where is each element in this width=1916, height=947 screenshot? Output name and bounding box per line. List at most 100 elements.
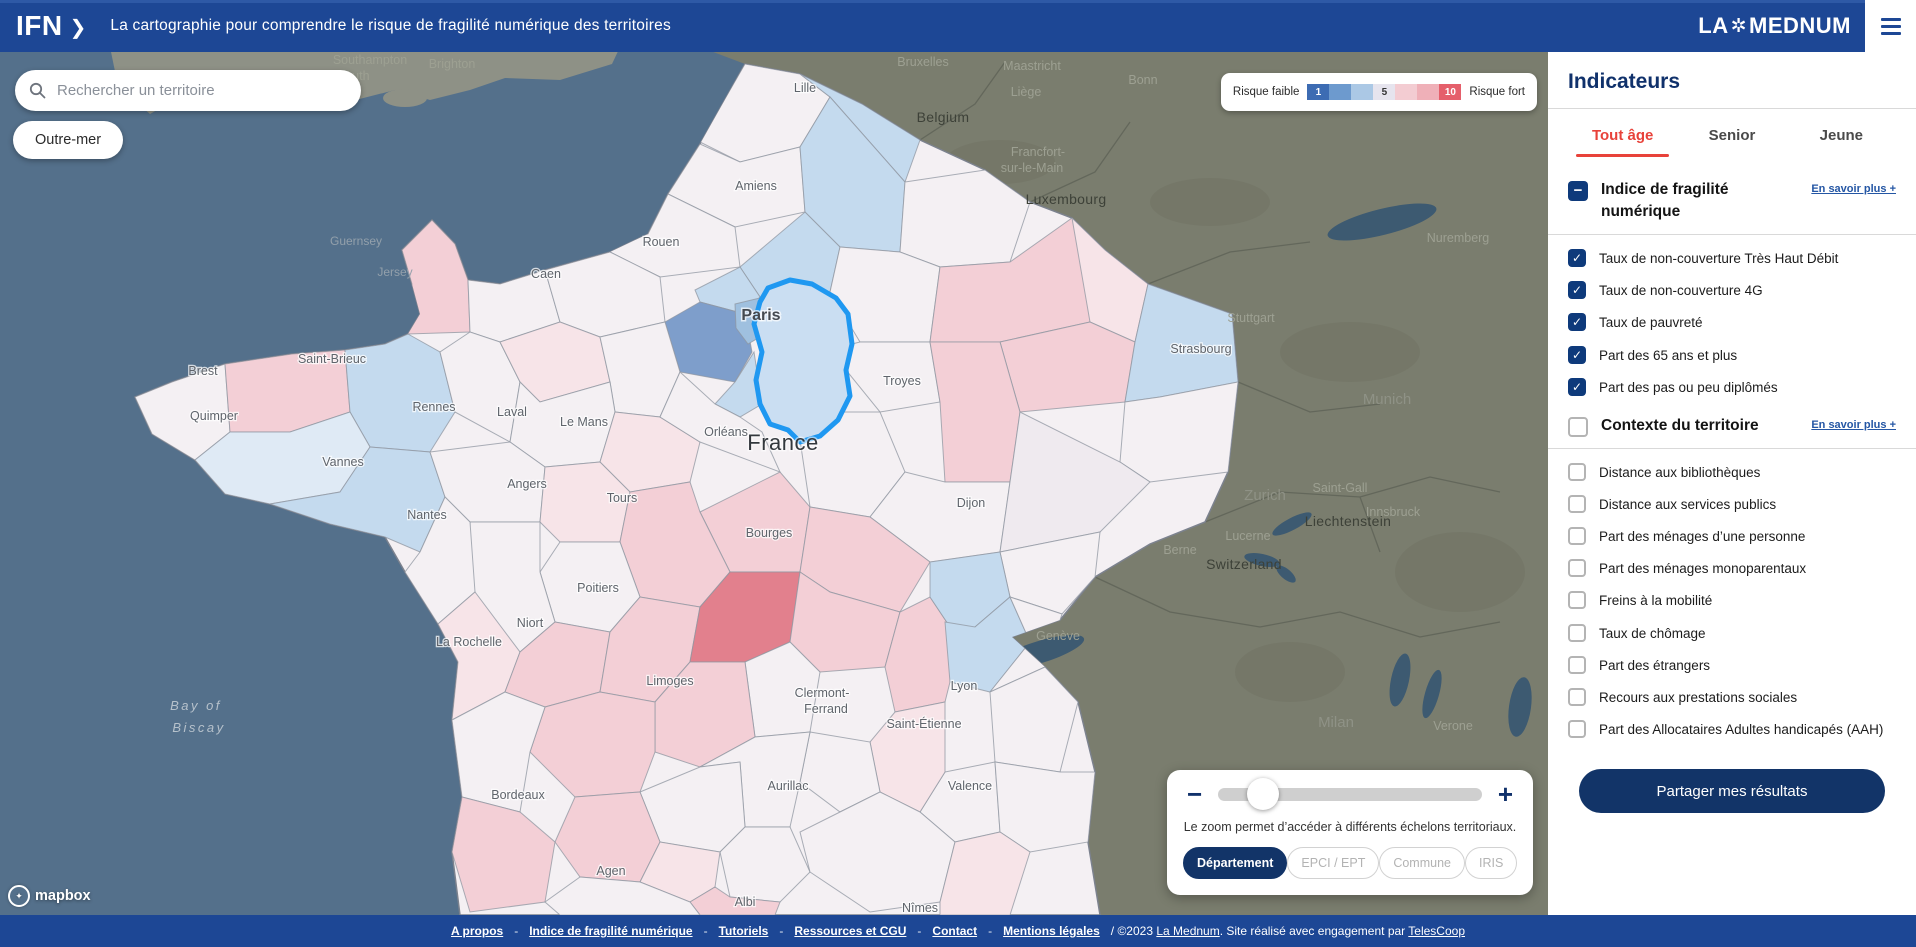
chevron-right-icon: ❯ bbox=[70, 15, 87, 40]
section-context-header: Contexte du territoire En savoir plus + bbox=[1568, 415, 1896, 437]
divider bbox=[1548, 234, 1916, 235]
header-tagline: La cartographie pour comprendre le risqu… bbox=[110, 17, 671, 35]
indicator-row[interactable]: Part des pas ou peu diplômés bbox=[1568, 378, 1896, 397]
legend-swatch-6 bbox=[1417, 84, 1439, 100]
risk-legend: Risque faible 1 5 10 Risque fort bbox=[1221, 73, 1537, 111]
legend-swatch-4: 5 bbox=[1373, 84, 1395, 100]
checkbox-unchecked-icon[interactable] bbox=[1568, 656, 1586, 674]
footer-link-mentions[interactable]: Mentions légales bbox=[1003, 924, 1100, 938]
tab-jeune[interactable]: Jeune bbox=[1787, 127, 1896, 157]
ifn-app: IFN ❯ La cartographie pour comprendre le… bbox=[0, 0, 1916, 947]
map-area[interactable]: SouthamptonBournemouthBrightonBruxellesM… bbox=[0, 52, 1548, 915]
checkbox-unchecked-icon[interactable] bbox=[1568, 720, 1586, 738]
share-results-button[interactable]: Partager mes résultats bbox=[1579, 769, 1885, 813]
indicator-row[interactable]: Recours aux prestations sociales bbox=[1568, 688, 1896, 707]
checkbox-unchecked-icon[interactable] bbox=[1568, 559, 1586, 577]
mapbox-icon: ✦ bbox=[8, 885, 30, 907]
footer-link-mednum[interactable]: La Mednum bbox=[1156, 924, 1219, 938]
zoom-caption: Le zoom permet d’accéder à différents éc… bbox=[1183, 820, 1517, 834]
indicator-row[interactable]: Distance aux bibliothèques bbox=[1568, 463, 1896, 482]
legend-color-scale: 1 5 10 bbox=[1307, 84, 1461, 100]
indicator-row[interactable]: Taux de pauvreté bbox=[1568, 313, 1896, 332]
mednum-logo-left: LA bbox=[1698, 13, 1728, 39]
age-tabs: Tout âge Senior Jeune bbox=[1568, 127, 1896, 157]
checkbox-checked-icon[interactable] bbox=[1568, 313, 1586, 331]
footer-link-ifn[interactable]: Indice de fragilité numérique bbox=[529, 924, 692, 938]
learn-more-link[interactable]: En savoir plus + bbox=[1811, 179, 1896, 195]
section-ifn-header: Indice de fragilité numérique En savoir … bbox=[1568, 179, 1896, 224]
context-indicator-list: Distance aux bibliothèques Distance aux … bbox=[1568, 463, 1896, 740]
zoom-control-panel: − + Le zoom permet d’accéder à différent… bbox=[1167, 770, 1533, 895]
checkbox-indeterminate-icon[interactable] bbox=[1568, 181, 1588, 201]
zoom-slider[interactable] bbox=[1218, 788, 1482, 801]
search-input[interactable] bbox=[55, 81, 347, 100]
checkbox-unchecked-icon[interactable] bbox=[1568, 624, 1586, 642]
checkbox-unchecked-icon[interactable] bbox=[1568, 417, 1588, 437]
legend-high-label: Risque fort bbox=[1469, 86, 1525, 98]
legend-low-label: Risque faible bbox=[1233, 86, 1299, 98]
mapbox-wordmark: mapbox bbox=[35, 888, 91, 904]
ifn-logo[interactable]: IFN ❯ bbox=[16, 10, 86, 42]
territory-search[interactable] bbox=[15, 70, 361, 111]
indicator-row[interactable]: Part des ménages monoparentaux bbox=[1568, 559, 1896, 578]
indicators-sidebar: Indicateurs Tout âge Senior Jeune Indice… bbox=[1548, 52, 1916, 915]
hamburger-menu-button[interactable] bbox=[1865, 0, 1916, 52]
top-header: IFN ❯ La cartographie pour comprendre le… bbox=[0, 0, 1916, 52]
level-departement-button[interactable]: Département bbox=[1183, 847, 1287, 879]
footer-link-tutoriels[interactable]: Tutoriels bbox=[719, 924, 769, 938]
zoom-out-button[interactable]: − bbox=[1183, 784, 1206, 804]
tab-tout-age[interactable]: Tout âge bbox=[1568, 127, 1677, 157]
indicator-row[interactable]: Part des étrangers bbox=[1568, 656, 1896, 675]
footer-link-ressources[interactable]: Ressources et CGU bbox=[794, 924, 906, 938]
section-title: Indice de fragilité numérique bbox=[1601, 179, 1806, 224]
hamburger-icon bbox=[1881, 18, 1901, 21]
indicator-row[interactable]: Part des Allocataires Adultes handicapés… bbox=[1568, 720, 1896, 739]
checkbox-checked-icon[interactable] bbox=[1568, 378, 1586, 396]
level-iris-button[interactable]: IRIS bbox=[1465, 847, 1517, 879]
section-title: Contexte du territoire bbox=[1601, 415, 1759, 437]
checkbox-unchecked-icon[interactable] bbox=[1568, 463, 1586, 481]
zoom-slider-thumb[interactable] bbox=[1247, 778, 1279, 810]
checkbox-unchecked-icon[interactable] bbox=[1568, 688, 1586, 706]
learn-more-link[interactable]: En savoir plus + bbox=[1811, 415, 1896, 431]
indicator-row[interactable]: Part des ménages d’une personne bbox=[1568, 527, 1896, 546]
mednum-logo[interactable]: LA ✲ MEDNUM bbox=[1698, 13, 1851, 39]
footer-copyright: / ©2023 La Mednum. Site réalisé avec eng… bbox=[1111, 924, 1465, 938]
legend-swatch-5 bbox=[1395, 84, 1417, 100]
level-epci-button[interactable]: EPCI / EPT bbox=[1287, 847, 1379, 879]
legend-swatch-7: 10 bbox=[1439, 84, 1461, 100]
indicator-row[interactable]: Taux de non-couverture Très Haut Débit bbox=[1568, 249, 1896, 268]
checkbox-unchecked-icon[interactable] bbox=[1568, 591, 1586, 609]
checkbox-checked-icon[interactable] bbox=[1568, 281, 1586, 299]
checkbox-checked-icon[interactable] bbox=[1568, 249, 1586, 267]
selected-department-outline[interactable] bbox=[754, 280, 852, 442]
indicator-row[interactable]: Distance aux services publics bbox=[1568, 495, 1896, 514]
footer: A propos - Indice de fragilité numérique… bbox=[0, 915, 1916, 947]
mapbox-attribution[interactable]: ✦ mapbox bbox=[8, 885, 91, 907]
footer-link-contact[interactable]: Contact bbox=[932, 924, 977, 938]
footer-link-apropos[interactable]: A propos bbox=[451, 924, 503, 938]
legend-swatch-2 bbox=[1329, 84, 1351, 100]
sidebar-title: Indicateurs bbox=[1568, 70, 1896, 94]
divider bbox=[1548, 108, 1916, 109]
search-icon bbox=[29, 82, 46, 99]
checkbox-unchecked-icon[interactable] bbox=[1568, 495, 1586, 513]
indicator-row[interactable]: Freins à la mobilité bbox=[1568, 591, 1896, 610]
ifn-indicator-list: Taux de non-couverture Très Haut Débit T… bbox=[1568, 249, 1896, 397]
ifn-logo-text: IFN bbox=[16, 10, 63, 42]
divider bbox=[1548, 448, 1916, 449]
mednum-star-icon: ✲ bbox=[1731, 15, 1747, 38]
outre-mer-button[interactable]: Outre-mer bbox=[13, 121, 123, 159]
checkbox-checked-icon[interactable] bbox=[1568, 346, 1586, 364]
zoom-in-button[interactable]: + bbox=[1494, 784, 1517, 804]
tab-senior[interactable]: Senior bbox=[1677, 127, 1786, 157]
territorial-levels: Département EPCI / EPT Commune IRIS bbox=[1183, 847, 1517, 879]
checkbox-unchecked-icon[interactable] bbox=[1568, 527, 1586, 545]
level-commune-button[interactable]: Commune bbox=[1379, 847, 1465, 879]
mednum-logo-right: MEDNUM bbox=[1749, 13, 1851, 39]
footer-link-telescoop[interactable]: TelesCoop bbox=[1408, 924, 1465, 938]
indicator-row[interactable]: Taux de chômage bbox=[1568, 624, 1896, 643]
indicator-row[interactable]: Part des 65 ans et plus bbox=[1568, 346, 1896, 365]
indicator-row[interactable]: Taux de non-couverture 4G bbox=[1568, 281, 1896, 300]
legend-swatch-3 bbox=[1351, 84, 1373, 100]
